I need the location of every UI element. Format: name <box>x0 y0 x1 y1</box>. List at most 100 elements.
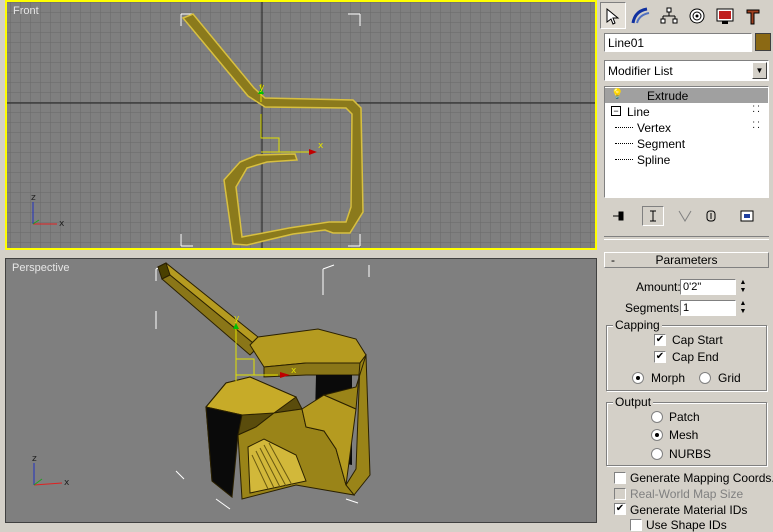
grid-label: Grid <box>718 371 741 385</box>
output-title: Output <box>613 395 654 409</box>
amount-label: Amount: <box>636 280 681 294</box>
perspective-scene: x y x z <box>6 259 596 522</box>
modify-tab[interactable] <box>628 2 654 29</box>
perspective-viewport[interactable]: x y x z Perspective <box>5 258 597 523</box>
remove-modifier-button[interactable] <box>700 206 722 226</box>
front-viewport[interactable]: x y x z Front <box>5 0 597 250</box>
utilities-tab[interactable] <box>740 2 766 29</box>
pin-icon <box>613 211 624 221</box>
tree-line <box>615 127 633 128</box>
tree-line <box>615 159 633 160</box>
make-unique-button[interactable] <box>674 206 696 226</box>
gen-material-checkbox[interactable]: ✔ <box>614 503 626 515</box>
segments-input[interactable]: 1 <box>680 300 736 316</box>
stack-item-vertex-label: Vertex <box>637 121 672 135</box>
show-end-result-button[interactable] <box>642 206 664 226</box>
mesh-radio[interactable] <box>651 429 663 441</box>
grid-radio[interactable] <box>699 372 711 384</box>
stack-item-line[interactable]: − Line ⁚⁚ <box>605 104 768 119</box>
segments-label: Segments: <box>625 301 683 315</box>
make-unique-icon <box>678 210 692 222</box>
command-tabs <box>598 2 773 30</box>
stack-item-segment[interactable]: Segment <box>605 136 768 151</box>
parameters-title: Parameters <box>655 253 718 267</box>
cap-end-checkbox[interactable]: ✔ <box>654 351 666 363</box>
motion-icon <box>689 8 705 23</box>
spinner-up-icon[interactable]: ▲ <box>738 279 748 287</box>
end-result-icon <box>650 210 656 222</box>
stack-item-spline-label: Spline <box>637 153 671 167</box>
chevron-down-icon[interactable]: ▼ <box>752 62 767 79</box>
morph-radio[interactable] <box>632 372 644 384</box>
gen-material-label: Generate Material IDs <box>630 503 748 517</box>
tripod-persp-z-label: z <box>32 454 37 464</box>
amount-spinner[interactable]: 0'2" ▲ ▼ <box>680 279 746 295</box>
display-tab[interactable] <box>712 2 738 29</box>
gizmo-y-label: y <box>259 83 265 93</box>
rollout-collapse: - <box>611 253 615 267</box>
gizmo-x-label: x <box>318 141 324 151</box>
gen-mapping-label: Generate Mapping Coords. <box>630 471 773 485</box>
hierarchy-tab[interactable] <box>656 2 682 29</box>
tree-line <box>615 143 633 144</box>
modifier-list-dropdown[interactable]: Modifier List ▼ <box>604 60 769 81</box>
viewport-label-perspective[interactable]: Perspective <box>12 262 69 274</box>
spinner-up-icon[interactable]: ▲ <box>738 300 748 308</box>
front-grid: x y x z <box>7 2 595 248</box>
lightbulb-icon[interactable]: 💡 <box>611 89 623 100</box>
stack-item-line-label: Line <box>627 105 650 119</box>
tripod-x-label: x <box>59 219 65 229</box>
tripod-persp-x-label: x <box>64 478 70 488</box>
use-shape-label: Use Shape IDs <box>646 518 727 532</box>
create-tab[interactable] <box>600 2 626 29</box>
viewport-label-front[interactable]: Front <box>13 5 39 17</box>
gizmo-persp-y-label: y <box>234 314 240 324</box>
stack-item-segment-label: Segment <box>637 137 686 151</box>
cap-start-label: Cap Start <box>672 333 723 347</box>
pin-stack-button[interactable] <box>608 206 630 226</box>
utilities-icon <box>746 9 760 24</box>
spinner-down-icon[interactable]: ▼ <box>738 308 748 316</box>
collapse-icon[interactable]: − <box>611 106 621 116</box>
command-panel: Line01 Modifier List ▼ 💡 Extrude − Line … <box>598 0 773 532</box>
cap-end-label: Cap End <box>672 350 719 364</box>
gizmo-persp-x-label: x <box>291 366 297 376</box>
object-color-swatch[interactable] <box>755 33 771 51</box>
nurbs-label: NURBS <box>669 447 712 461</box>
configure-sets-button[interactable] <box>736 206 758 226</box>
capping-title: Capping <box>613 318 662 332</box>
divider <box>604 236 769 240</box>
tripod-z-label: z <box>31 193 36 203</box>
object-name-field[interactable]: Line01 <box>604 33 752 52</box>
remove-modifier-icon <box>706 210 716 222</box>
create-icon <box>606 7 620 25</box>
display-icon <box>716 8 734 24</box>
nurbs-radio[interactable] <box>651 448 663 460</box>
use-shape-checkbox[interactable] <box>630 519 642 531</box>
morph-label: Morph <box>651 371 686 385</box>
gen-mapping-checkbox[interactable] <box>614 472 626 484</box>
configure-icon <box>740 210 754 222</box>
cap-start-checkbox[interactable]: ✔ <box>654 334 666 346</box>
stack-item-spline[interactable]: Spline <box>605 152 768 167</box>
spinner-down-icon[interactable]: ▼ <box>738 287 748 295</box>
hierarchy-icon <box>660 7 678 23</box>
vertex-icon: ⁚⁚ <box>752 120 762 130</box>
modifier-stack[interactable]: 💡 Extrude − Line ⁚⁚ Vertex ⁚⁚ Segment Sp… <box>604 86 769 198</box>
sub-object-icon: ⁚⁚ <box>752 104 762 114</box>
mesh-label: Mesh <box>669 428 699 442</box>
stack-toolbar <box>604 204 769 228</box>
modifier-list-label: Modifier List <box>608 64 673 78</box>
parameters-rollout-header[interactable]: - Parameters <box>604 252 769 268</box>
motion-tab[interactable] <box>684 2 710 29</box>
patch-radio[interactable] <box>651 411 663 423</box>
segments-spinner[interactable]: 1 ▲ ▼ <box>680 300 746 316</box>
modify-icon <box>631 7 650 23</box>
amount-input[interactable]: 0'2" <box>680 279 736 295</box>
patch-label: Patch <box>669 410 700 424</box>
real-world-label: Real-World Map Size <box>630 487 744 501</box>
real-world-checkbox[interactable] <box>614 488 626 500</box>
stack-item-extrude[interactable]: 💡 Extrude <box>605 88 768 103</box>
stack-item-extrude-label: Extrude <box>647 89 689 103</box>
stack-item-vertex[interactable]: Vertex ⁚⁚ <box>605 120 768 135</box>
